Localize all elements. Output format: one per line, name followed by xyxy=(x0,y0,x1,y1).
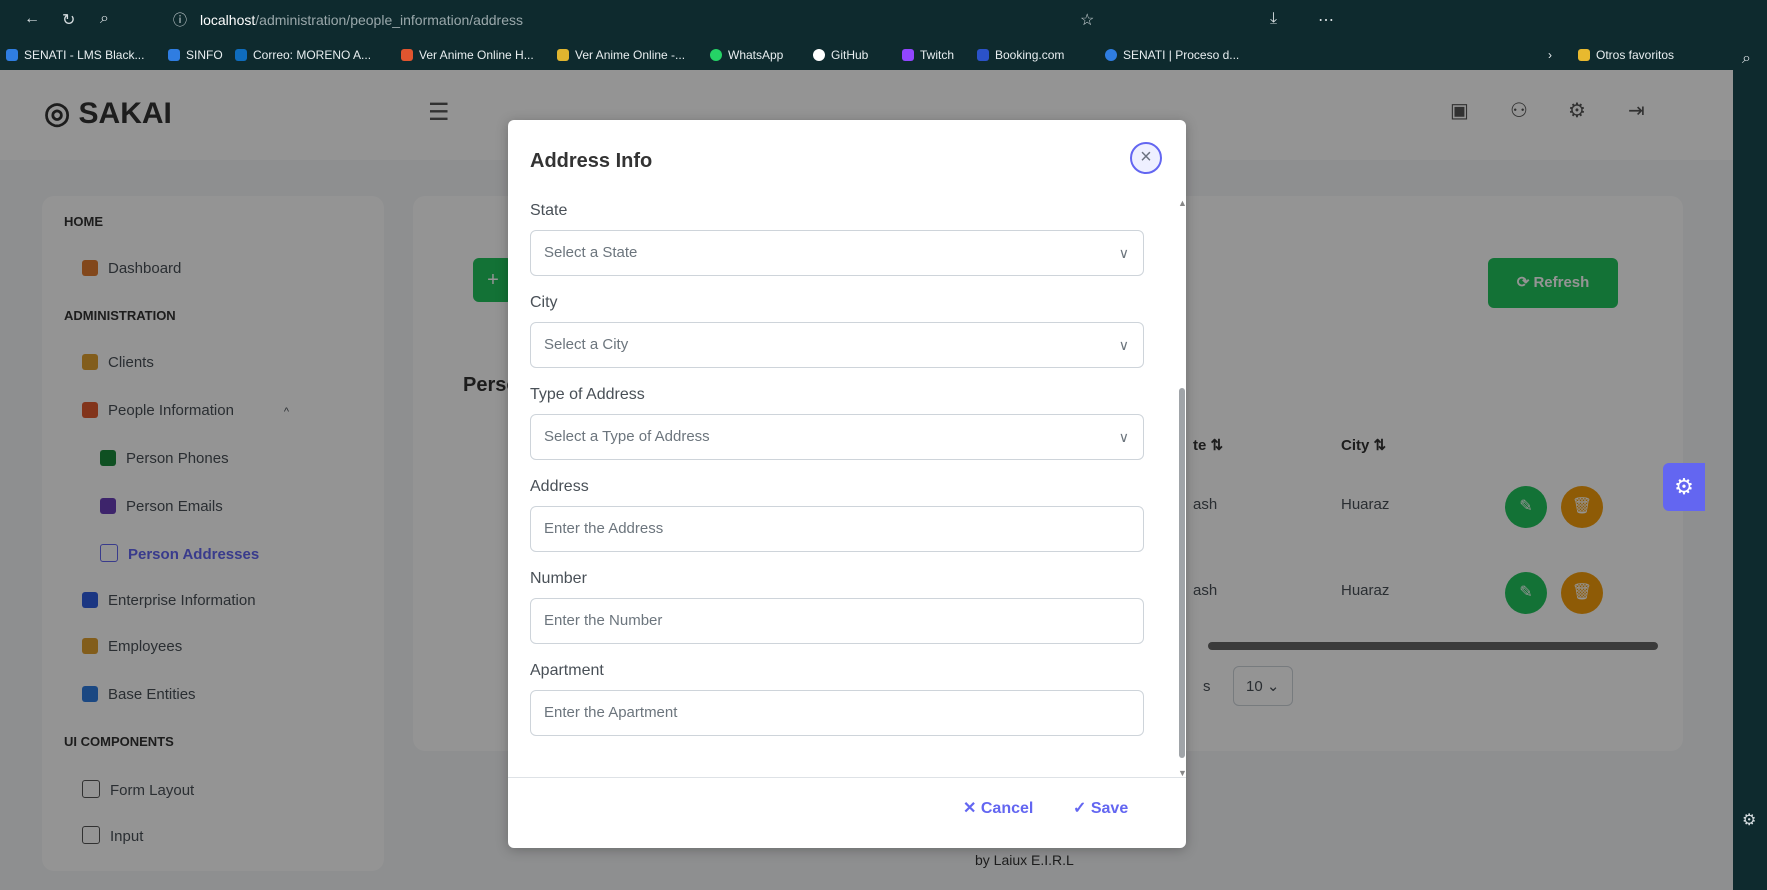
type-of-address-label: Type of Address xyxy=(530,386,645,403)
dialog-scrollbar[interactable] xyxy=(1179,388,1185,758)
address-info-dialog: Address Info × State Select a State ∨ Cit… xyxy=(508,120,1187,848)
reload-icon[interactable]: ↻ xyxy=(62,10,75,30)
state-dropdown[interactable]: Select a State ∨ xyxy=(530,230,1144,276)
browser-toolbar: ← ↻ ⌕ ⓘ localhost/administration/people_… xyxy=(0,0,1767,40)
other-favorites[interactable]: Otros favoritos xyxy=(1578,40,1674,70)
star-icon[interactable]: ☆ xyxy=(1080,10,1094,30)
state-label: State xyxy=(530,202,568,219)
search-icon[interactable]: ⌕ xyxy=(100,10,109,28)
scroll-up-arrow-icon[interactable]: ▲ xyxy=(1178,198,1187,208)
config-button[interactable]: ⚙ xyxy=(1663,463,1705,511)
bookmark-item[interactable]: Correo: MORENO A... xyxy=(235,40,371,70)
chevron-down-icon: ∨ xyxy=(1118,337,1129,353)
apartment-input[interactable]: Enter the Apartment xyxy=(530,690,1144,736)
download-icon[interactable]: ⤓ xyxy=(1270,10,1277,28)
gear-icon: ⚙ xyxy=(1674,474,1694,499)
bookmark-item[interactable]: GitHub xyxy=(813,40,868,70)
address-label: Address xyxy=(530,478,589,495)
save-button[interactable]: ✓ Save xyxy=(1073,798,1128,818)
close-icon: ✕ xyxy=(963,800,977,817)
bookmark-item[interactable]: SENATI - LMS Black... xyxy=(6,40,144,70)
settings-dots-icon[interactable]: ⋯ xyxy=(1318,10,1334,30)
number-input[interactable]: Enter the Number xyxy=(530,598,1144,644)
search-icon[interactable]: ⌕ xyxy=(1742,50,1751,68)
bookmark-item[interactable]: WhatsApp xyxy=(710,40,783,70)
close-icon: × xyxy=(1140,146,1152,168)
bookmark-item[interactable]: Ver Anime Online H... xyxy=(401,40,534,70)
chevron-right-icon[interactable]: › xyxy=(1548,40,1552,70)
gear-icon[interactable]: ⚙ xyxy=(1742,810,1756,830)
close-button[interactable]: × xyxy=(1130,142,1162,174)
cancel-button[interactable]: ✕ Cancel xyxy=(963,798,1033,818)
city-dropdown[interactable]: Select a City ∨ xyxy=(530,322,1144,368)
dialog-footer-divider xyxy=(508,777,1186,778)
check-icon: ✓ xyxy=(1073,800,1087,817)
chevron-down-icon: ∨ xyxy=(1118,429,1129,445)
dialog-title: Address Info xyxy=(530,150,653,172)
bookmark-item[interactable]: Twitch xyxy=(902,40,954,70)
address-bar[interactable]: localhost/administration/people_informat… xyxy=(200,8,1220,32)
bookmarks-bar: SENATI - LMS Black... SINFO Correo: MORE… xyxy=(0,40,1733,70)
bookmark-item[interactable]: SENATI | Proceso d... xyxy=(1105,40,1239,70)
bookmark-item[interactable]: SINFO xyxy=(168,40,223,70)
back-arrow-icon[interactable]: ← xyxy=(24,10,40,28)
address-input[interactable]: Enter the Address xyxy=(530,506,1144,552)
type-of-address-dropdown[interactable]: Select a Type of Address ∨ xyxy=(530,414,1144,460)
info-icon[interactable]: ⓘ xyxy=(173,10,187,30)
apartment-label: Apartment xyxy=(530,662,604,679)
browser-sidebar: ⌕ ⚙ xyxy=(1733,40,1767,890)
bookmark-item[interactable]: Ver Anime Online -... xyxy=(557,40,685,70)
bookmark-item[interactable]: Booking.com xyxy=(977,40,1064,70)
city-label: City xyxy=(530,294,558,311)
number-label: Number xyxy=(530,570,587,587)
chevron-down-icon: ∨ xyxy=(1118,245,1129,261)
